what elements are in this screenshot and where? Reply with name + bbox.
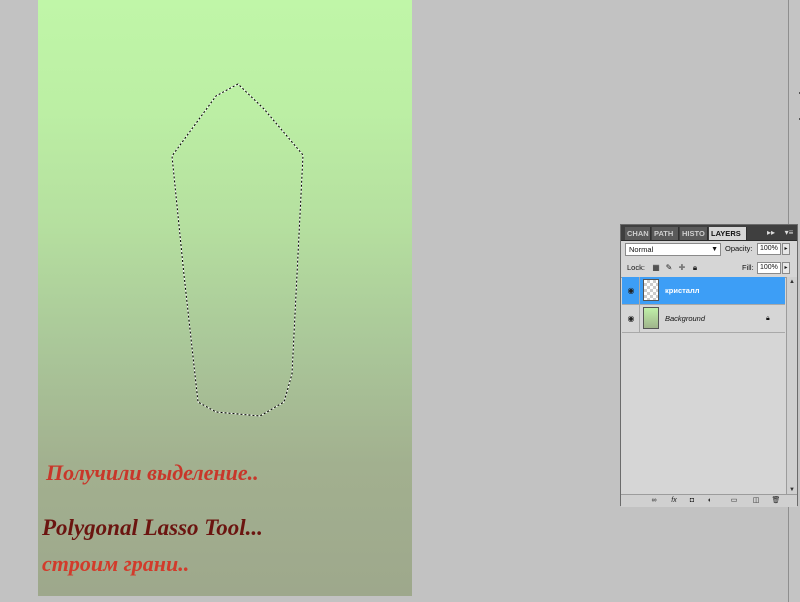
tab-paths[interactable]: PATH [652,227,679,240]
caption-selection-done: Получили выделение.. [46,460,259,485]
layers-panel: CHAN PATH HISTO LAYERS ▸▸ ▾≡ Normal ▼ Op… [620,224,798,507]
layer-row-crystal[interactable]: ◉ кристалл [622,277,785,305]
lock-position-icon[interactable]: ✛ [677,263,687,273]
lock-fill-row: Lock: 100% ▸ Fill: [621,259,797,278]
panel-bottom-toolbar: ∞ fx ◘ ◐ ▭ ◫ 🗑︎ [621,494,797,507]
lock-label: Lock: [627,263,645,272]
document-canvas[interactable] [38,0,412,596]
eye-icon[interactable]: ◉ [625,313,637,325]
layers-list: ◉ кристалл ◉ Background 🔒︎ [622,277,785,495]
fx-icon[interactable]: fx [669,495,679,506]
link-icon[interactable]: ∞ [649,495,659,506]
new-layer-icon[interactable]: ◫ [751,495,761,506]
panel-tabbar: CHAN PATH HISTO LAYERS ▸▸ ▾≡ [621,225,797,241]
fill-label: Fill: [742,263,754,272]
scroll-up-icon[interactable]: ▲ [787,277,797,287]
layer-name: кристалл [665,286,700,295]
tab-history[interactable]: HISTO [680,227,708,240]
lock-icon: 🔒︎ [766,315,770,322]
fill-stepper[interactable]: ▸ [782,262,790,274]
chevron-down-icon: ▼ [711,246,718,253]
blend-mode-value: Normal [629,245,654,254]
lock-image-icon[interactable]: ✎ [664,263,674,273]
eye-icon[interactable]: ◉ [625,285,637,297]
adjustment-icon[interactable]: ◐ [705,495,715,506]
double-arrow-right-icon[interactable]: ▸▸ [765,227,777,239]
caption-tool-name: Polygonal Lasso Tool... [42,515,263,540]
layer-thumbnail [643,279,659,301]
caption-build-faces: строим грани.. [42,551,190,576]
tab-channels[interactable]: CHAN [625,227,651,240]
fill-input[interactable]: 100% [757,262,781,274]
opacity-label: Opacity: [725,244,753,253]
lock-all-icon[interactable]: 🔒︎ [690,263,700,273]
opacity-input[interactable]: 100% [757,243,781,255]
layer-thumbnail [643,307,659,329]
opacity-stepper[interactable]: ▸ [782,243,790,255]
lock-transparency-icon[interactable]: ▦ [651,263,661,273]
polygonal-lasso-selection [171,83,304,417]
layer-row-background[interactable]: ◉ Background 🔒︎ [622,305,785,333]
trash-icon[interactable]: 🗑︎ [771,495,781,506]
blend-mode-select[interactable]: Normal ▼ [625,243,721,256]
group-folder-icon[interactable]: ▭ [729,495,739,506]
panel-menu-icon[interactable]: ▾≡ [783,227,795,239]
blend-opacity-row: Normal ▼ Opacity: 100% ▸ [621,241,797,259]
layers-scrollbar[interactable]: ▲ ▼ [786,277,797,495]
layer-name: Background [665,314,706,323]
mask-icon[interactable]: ◘ [687,495,697,506]
tab-layers[interactable]: LAYERS [709,227,747,240]
